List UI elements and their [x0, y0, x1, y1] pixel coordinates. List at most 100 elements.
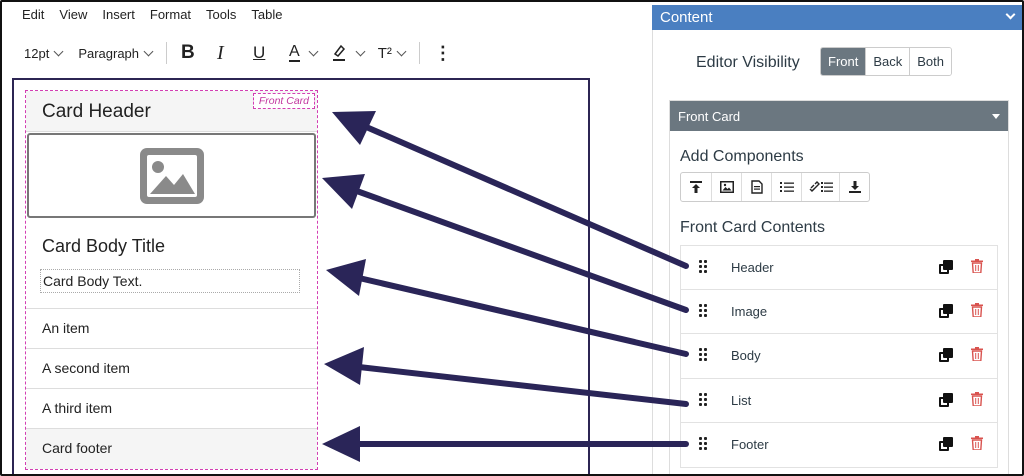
document-icon [750, 180, 763, 194]
highlighter-icon [332, 44, 345, 61]
trash-icon[interactable] [971, 347, 983, 361]
more-options-button[interactable]: ⋮ [434, 43, 452, 64]
visibility-back-button[interactable]: Back [865, 48, 910, 75]
add-components-label: Add Components [680, 148, 804, 165]
add-link-list-button[interactable] [801, 173, 839, 201]
drag-handle-icon[interactable] [699, 260, 709, 274]
drag-handle-icon[interactable] [699, 348, 709, 362]
duplicate-icon[interactable] [939, 260, 955, 276]
image-placeholder-icon [139, 147, 204, 204]
chevron-down-icon [53, 46, 64, 56]
menu-insert[interactable]: Insert [102, 7, 135, 22]
content-panel-header[interactable]: Content [652, 5, 1022, 30]
front-card-tag: Front Card [252, 93, 315, 109]
content-row-body[interactable]: Body [680, 334, 998, 379]
drag-handle-icon[interactable] [699, 392, 709, 407]
front-card[interactable]: Card Header Front Card Card Body Title C… [25, 90, 318, 470]
content-row-list[interactable]: List [680, 378, 998, 423]
underline-button[interactable]: U [253, 43, 275, 63]
visibility-front-button[interactable]: Front [821, 48, 866, 75]
text-color-button[interactable]: A [289, 43, 319, 62]
content-row-label: List [731, 392, 752, 408]
chevron-down-icon [143, 46, 154, 56]
editor-visibility-label: Editor Visibility [696, 54, 800, 71]
content-panel-body: Editor Visibility Front Back Both Front … [652, 30, 1022, 474]
trash-icon[interactable] [971, 391, 983, 406]
content-row-image[interactable]: Image [680, 289, 998, 334]
trash-icon[interactable] [971, 302, 983, 317]
content-row-label: Footer [731, 437, 769, 452]
front-card-contents-list: Header Image Body List Footer [680, 245, 998, 468]
trash-icon[interactable] [971, 436, 983, 450]
link-list-icon [809, 181, 833, 192]
block-format-dropdown[interactable]: Paragraph [78, 45, 154, 61]
add-list-button[interactable] [771, 173, 801, 201]
menu-view[interactable]: View [59, 7, 87, 22]
toolbar-divider [166, 42, 168, 64]
visibility-both-button[interactable]: Both [909, 48, 951, 75]
visibility-toggle-group: Front Back Both [820, 47, 952, 76]
card-body-text[interactable]: Card Body Text. [40, 269, 300, 293]
front-card-contents-label: Front Card Contents [680, 219, 825, 236]
italic-button[interactable]: I [217, 42, 239, 65]
chevron-down-icon [396, 46, 407, 56]
duplicate-icon[interactable] [939, 303, 955, 320]
editor-toolbar: 12pt Paragraph B I U A T² ⋮ [20, 40, 452, 66]
content-row-footer[interactable]: Footer [680, 423, 998, 468]
menu-bar: Edit View Insert Format Tools Table [22, 7, 297, 22]
content-row-header[interactable]: Header [680, 245, 998, 290]
menu-tools[interactable]: Tools [206, 7, 236, 22]
list-item[interactable]: A second item [26, 348, 317, 388]
drag-handle-icon[interactable] [699, 437, 709, 451]
list-item[interactable]: A third item [26, 388, 317, 428]
content-row-label: Header [731, 260, 774, 275]
content-row-label: Image [731, 303, 768, 319]
add-components-toolbar [680, 172, 870, 202]
duplicate-icon[interactable] [939, 348, 955, 364]
superscript-button[interactable]: T² [377, 44, 407, 62]
more-vertical-icon: ⋮ [433, 42, 452, 63]
add-footer-button[interactable] [839, 173, 869, 201]
chevron-down-icon [1005, 9, 1016, 20]
bold-icon: B [181, 42, 195, 63]
image-icon [719, 181, 734, 193]
add-image-button[interactable] [711, 173, 741, 201]
underline-icon: U [253, 43, 266, 62]
font-size-dropdown[interactable]: 12pt [24, 45, 64, 61]
font-size-value: 12pt [24, 45, 50, 61]
align-bottom-icon [848, 181, 861, 193]
block-format-value: Paragraph [78, 45, 140, 61]
editor-area[interactable]: Card Header Front Card Card Body Title C… [12, 78, 590, 474]
duplicate-icon[interactable] [939, 392, 955, 409]
bold-button[interactable]: B [181, 42, 203, 64]
caret-down-icon [992, 114, 1000, 119]
content-panel-title: Content [660, 9, 713, 26]
add-header-button[interactable] [681, 173, 711, 201]
duplicate-icon[interactable] [939, 437, 955, 453]
front-card-section-header[interactable]: Front Card [670, 101, 1008, 131]
list-item[interactable]: An item [26, 308, 317, 348]
chevron-down-icon [308, 46, 319, 56]
chevron-down-icon [355, 46, 366, 56]
menu-format[interactable]: Format [150, 7, 191, 22]
trash-icon[interactable] [971, 259, 983, 273]
menu-table[interactable]: Table [251, 7, 282, 22]
screenshot-frame: Edit View Insert Format Tools Table 12pt… [0, 0, 1024, 476]
toolbar-divider [418, 42, 420, 64]
menu-edit[interactable]: Edit [22, 7, 44, 22]
text-color-icon: A [289, 43, 300, 62]
italic-icon: I [217, 41, 224, 64]
card-body-title[interactable]: Card Body Title [42, 236, 165, 257]
align-top-icon [690, 181, 702, 193]
highlight-color-button[interactable] [331, 44, 366, 62]
front-card-section: Front Card Add Components Front Card Con… [669, 100, 1009, 474]
superscript-icon: T² [377, 44, 392, 62]
list-icon [779, 182, 794, 192]
add-body-button[interactable] [741, 173, 771, 201]
front-card-section-title: Front Card [678, 109, 741, 124]
card-image[interactable] [27, 133, 316, 218]
drag-handle-icon[interactable] [699, 303, 709, 318]
content-row-label: Body [731, 348, 761, 363]
card-footer[interactable]: Card footer [26, 428, 317, 469]
content-panel: Content Editor Visibility Front Back Bot… [652, 5, 1022, 474]
